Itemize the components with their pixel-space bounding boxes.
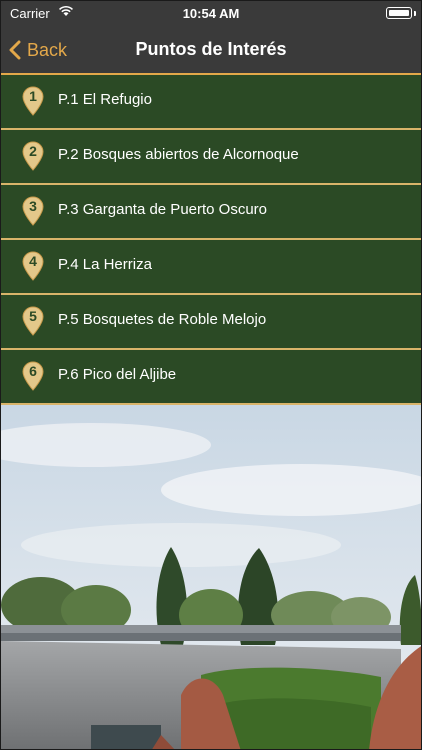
poi-number: 4: [29, 253, 37, 269]
map-pin-icon: 3: [22, 196, 44, 226]
poi-item[interactable]: 4 P.4 La Herriza: [1, 240, 421, 295]
poi-label: P.1 El Refugio: [58, 91, 152, 108]
poi-list: 1 P.1 El Refugio 2 P.2 Bosques abiertos …: [1, 75, 421, 405]
app-screen: Carrier 10:54 AM Back Puntos de Interés …: [0, 0, 422, 750]
map-pin-icon: 6: [22, 361, 44, 391]
poi-label: P.2 Bosques abiertos de Alcornoque: [58, 146, 299, 163]
poi-number: 2: [29, 143, 37, 159]
poi-number: 6: [29, 363, 37, 379]
poi-label: P.4 La Herriza: [58, 256, 152, 273]
poi-label: P.3 Garganta de Puerto Oscuro: [58, 201, 268, 218]
background-photo: [1, 405, 421, 749]
poi-item[interactable]: 2 P.2 Bosques abiertos de Alcornoque: [1, 130, 421, 185]
poi-item[interactable]: 5 P.5 Bosquetes de Roble Melojo: [1, 295, 421, 350]
map-pin-icon: 2: [22, 141, 44, 171]
poi-label: P.6 Pico del Aljibe: [58, 366, 177, 383]
clock: 10:54 AM: [182, 6, 240, 21]
battery-tip: [414, 11, 416, 16]
poi-item[interactable]: 6 P.6 Pico del Aljibe: [1, 350, 421, 405]
map-pin-icon: 4: [22, 251, 44, 281]
map-pin-icon: 1: [22, 86, 44, 116]
navigation-bar: Back Puntos de Interés: [1, 27, 421, 75]
poi-label: P.5 Bosquetes de Roble Melojo: [58, 311, 267, 328]
poi-item[interactable]: 3 P.3 Garganta de Puerto Oscuro: [1, 185, 421, 240]
poi-item[interactable]: 1 P.1 El Refugio: [1, 75, 421, 130]
map-pin-icon: 5: [22, 306, 44, 336]
poi-number: 3: [29, 198, 37, 214]
poi-number: 1: [29, 88, 37, 104]
page-title: Puntos de Interés: [135, 39, 287, 59]
status-bar: Carrier 10:54 AM: [1, 1, 421, 27]
poi-number: 5: [29, 308, 37, 324]
battery-icon: [386, 7, 412, 19]
